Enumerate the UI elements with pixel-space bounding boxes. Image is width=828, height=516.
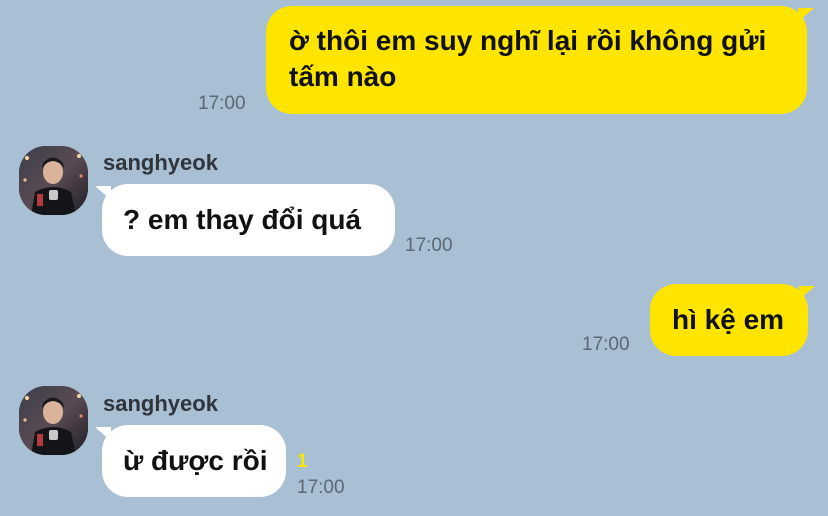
message-bubble[interactable]: ờ thôi em suy nghĩ lại rồi không gửi tấm… — [266, 6, 814, 114]
message-timestamp: 17:00 — [198, 93, 246, 114]
sender-avatar[interactable] — [19, 386, 88, 455]
message-bubble[interactable]: hì kệ em — [650, 284, 815, 356]
message-bubble[interactable]: ? em thay đổi quá — [95, 184, 395, 256]
sender-name: sanghyeok — [103, 391, 218, 416]
profile-photo-icon — [19, 146, 88, 215]
message-timestamp: 17:00 — [297, 477, 345, 498]
unread-count: 1 — [297, 451, 308, 472]
message-bubble[interactable]: ừ được rồi — [95, 425, 286, 497]
sender-avatar[interactable] — [19, 146, 88, 215]
profile-photo-icon — [19, 386, 88, 455]
message-timestamp: 17:00 — [405, 235, 453, 256]
message-timestamp: 17:00 — [582, 334, 630, 355]
sender-name: sanghyeok — [103, 150, 218, 175]
